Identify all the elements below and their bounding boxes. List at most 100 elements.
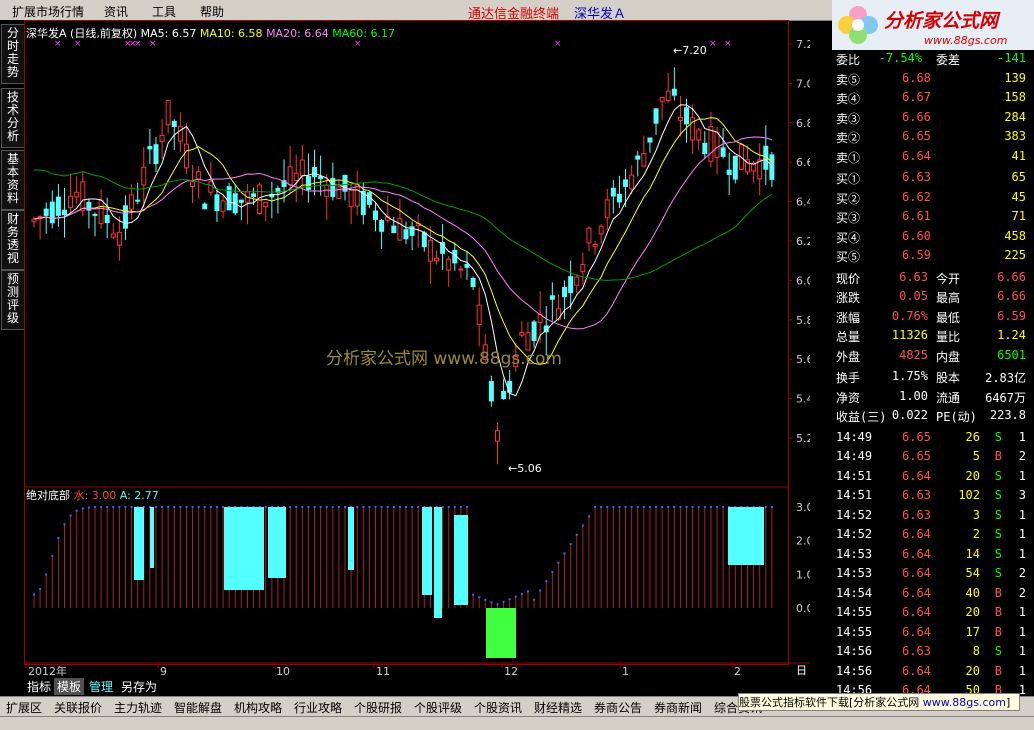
tick-time: 14:54 (836, 585, 873, 600)
stat-value: 6.66 (997, 269, 1026, 284)
stat-value: 0.05 (899, 289, 928, 303)
candle (647, 137, 653, 143)
tab-5[interactable]: 行业攻略 (294, 699, 342, 716)
stat-row: 外盘 4825 内盘 6501 (836, 347, 1032, 365)
indicator-dot (411, 506, 414, 508)
stat-value: 6.66 (997, 289, 1026, 303)
candle (598, 225, 604, 235)
tab-8[interactable]: 个股资讯 (474, 699, 522, 716)
ad-banner[interactable]: 股票公式指标软件下载[分析家公式网 www.88gs.com] (738, 693, 1020, 711)
tab-11[interactable]: 券商新闻 (654, 699, 702, 716)
tick-time: 14:55 (836, 605, 873, 619)
ma5-label: MA5: 6.57 (140, 27, 197, 40)
candle (49, 201, 55, 224)
stat-value: 11326 (891, 328, 928, 342)
indicator-dot (447, 506, 450, 508)
menu-expand-market[interactable]: 扩展市场行情 (12, 3, 84, 20)
candle (580, 264, 586, 273)
template-button[interactable]: 模板 (54, 678, 85, 695)
tab-9[interactable]: 财经精选 (534, 699, 582, 716)
tab-10[interactable]: 券商公告 (594, 699, 642, 716)
candle (702, 142, 708, 155)
menu-help[interactable]: 帮助 (200, 3, 224, 20)
menu-news[interactable]: 资讯 (104, 3, 128, 20)
manage-button[interactable]: 管理 (86, 678, 116, 695)
tick-volume: 20 (965, 663, 980, 678)
buy-label: 买① (836, 172, 861, 186)
stat-value: 6467万 (985, 390, 1026, 405)
stock-name: 深华发A (26, 27, 67, 40)
vtab-intraday[interactable]: 分时走势 (1, 24, 25, 84)
sell-price: 6.67 (902, 90, 931, 104)
candle (427, 239, 433, 262)
vtab-label: 财务透视 (7, 212, 20, 265)
kline-chart[interactable]: 7.20 7.00 6.80 6.60 6.40 6.20 6.00 5.80 5.60 5.40… (24, 20, 810, 693)
candle (74, 191, 80, 198)
tab-3[interactable]: 智能解盘 (174, 699, 222, 716)
candle (68, 195, 74, 209)
indicator-dot (118, 506, 121, 509)
indicator-dot (465, 506, 468, 508)
price-tick-label: 5.80 (796, 314, 810, 327)
vtab-technical[interactable]: 技术分析 (1, 88, 25, 148)
tick-time: 14:49 (836, 429, 873, 444)
vertical-tabs: 分时走势 技术分析 基本资料 财务透视 预测评级 (0, 20, 25, 676)
indicator-dot (557, 561, 560, 564)
tick-price: 6.64 (902, 585, 931, 600)
tab-2[interactable]: 主力轨迹 (114, 699, 162, 716)
sell-volume: 41 (1011, 148, 1026, 163)
indicator-dot (81, 507, 84, 510)
indicator-dot (295, 506, 298, 508)
stat-row: 总量 11326 量比 1.24 (836, 327, 1032, 345)
candle (769, 154, 775, 180)
indicator-dot (478, 596, 481, 599)
vtab-financials[interactable]: 财务透视 (1, 210, 25, 270)
stat-row: 净资 1.00 流通 6467万 (836, 388, 1032, 406)
indicator-dot (600, 506, 603, 508)
candle (592, 243, 598, 248)
indicator-dot (191, 506, 194, 508)
indicator-dot (313, 506, 316, 508)
indicator-dot (264, 506, 267, 508)
vtab-rating[interactable]: 预测评级 (1, 270, 25, 330)
indicator-block (134, 507, 144, 580)
indicator-toolbar: 指标 模板 管理 另存为 (0, 676, 834, 696)
tick-time: 14:53 (836, 566, 873, 580)
tab-4[interactable]: 机构攻略 (234, 699, 282, 716)
indicator-dot (63, 523, 66, 526)
menu-tools[interactable]: 工具 (152, 3, 176, 20)
sell-price: 6.66 (902, 109, 931, 124)
buy-price: 6.60 (902, 228, 931, 243)
stat-value: 1.75% (891, 369, 928, 383)
indicator-dot (612, 506, 615, 508)
status-bar (0, 716, 1034, 730)
sell-row: 卖④ 6.67 158 (836, 89, 1032, 107)
stat-label: 今开 (936, 271, 961, 286)
indicator-dot (691, 506, 694, 508)
tab-1[interactable]: 关联报价 (54, 699, 102, 716)
indicator-button[interactable]: 指标 (24, 678, 54, 695)
candle (31, 218, 37, 223)
candle (720, 147, 726, 157)
vtab-fundamentals[interactable]: 基本资料 (1, 150, 25, 210)
tick-volume: 17 (965, 624, 980, 639)
candle (464, 263, 470, 268)
high-value: 7.20 (682, 44, 707, 57)
indicator-dot (642, 506, 645, 508)
tick-side: B (994, 449, 1002, 463)
indicator-dot (508, 598, 511, 601)
sell-row: 卖③ 6.66 284 (836, 109, 1032, 127)
tab-0[interactable]: 扩展区 (6, 699, 42, 716)
tab-6[interactable]: 个股研报 (354, 699, 402, 716)
diff-value: -141 (997, 51, 1026, 65)
price-tick-label: 5.20 (796, 432, 810, 445)
tick-volume: 102 (958, 488, 980, 502)
indicator-dot (709, 506, 712, 508)
tab-7[interactable]: 个股评级 (414, 699, 462, 716)
indicator-dot (716, 506, 719, 508)
ad-text: 股票公式指标软件下载[分析家公式网 (739, 696, 920, 709)
stat-label: 净资 (836, 390, 861, 405)
save-as-button[interactable]: 另存为 (118, 678, 160, 695)
sell-label: 卖② (836, 131, 861, 145)
candle (287, 166, 293, 186)
